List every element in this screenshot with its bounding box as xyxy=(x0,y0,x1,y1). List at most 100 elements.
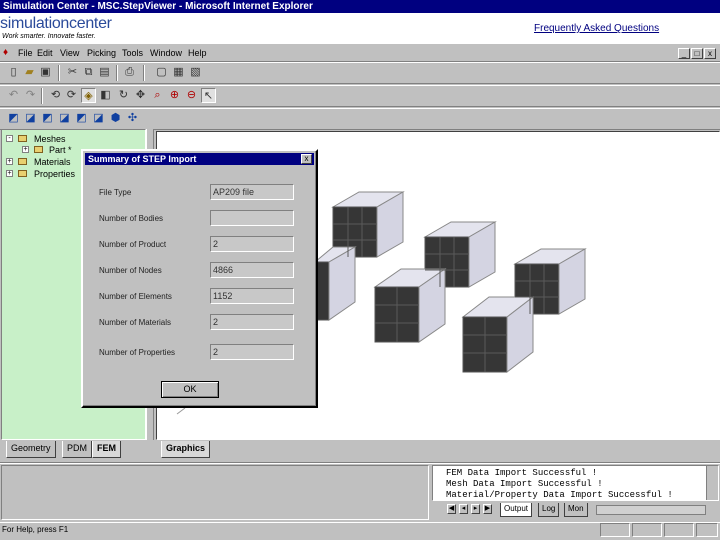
view-top-icon[interactable]: ◩ xyxy=(74,111,89,126)
file-type-value: AP209 file xyxy=(210,184,294,200)
bodies-label: Number of Bodies xyxy=(99,214,164,223)
log-scrollbar[interactable] xyxy=(706,466,718,500)
tab-graphics[interactable]: Graphics xyxy=(161,441,211,458)
tree-expander-meshes[interactable]: - xyxy=(6,135,13,142)
properties-label: Number of Properties xyxy=(99,348,176,357)
tree-item-properties[interactable]: Properties xyxy=(34,169,75,179)
tree-expander-materials[interactable]: + xyxy=(6,158,13,165)
status-cell xyxy=(696,523,718,537)
last-tab-button[interactable]: ▶ xyxy=(483,504,492,514)
redo-icon[interactable]: ↷ xyxy=(23,88,38,103)
output-h-scrollbar[interactable] xyxy=(596,505,706,515)
view-right-icon[interactable]: ◪ xyxy=(57,111,72,126)
status-text: For Help, press F1 xyxy=(2,525,69,534)
folder-icon xyxy=(18,158,27,165)
tab-log[interactable]: Log xyxy=(538,503,560,517)
menu-edit[interactable]: Edit xyxy=(37,48,53,58)
log-line: Mesh Data Import Successful ! xyxy=(446,479,603,489)
toolbar-separator xyxy=(143,65,145,81)
folder-icon xyxy=(18,135,27,142)
zoom-in-icon[interactable]: ⊕ xyxy=(167,88,182,103)
tab-monitor[interactable]: Mon xyxy=(564,503,588,517)
window-icon[interactable]: ▢ xyxy=(154,65,169,80)
new-icon[interactable]: ▯ xyxy=(6,65,21,80)
close-button[interactable]: x xyxy=(704,48,716,59)
shade-icon[interactable]: ◈ xyxy=(81,88,96,103)
materials-label: Number of Materials xyxy=(99,318,172,327)
status-cell xyxy=(600,523,630,537)
elements-label: Number of Elements xyxy=(99,292,172,301)
window-title-bar: Simulation Center - MSC.StepViewer - Mic… xyxy=(0,0,720,13)
dialog-close-button[interactable]: x xyxy=(301,154,312,164)
menu-window[interactable]: Window xyxy=(150,48,182,58)
ok-button[interactable]: OK xyxy=(161,381,219,398)
zoom-out-icon[interactable]: ⊖ xyxy=(184,88,199,103)
toolbar-separator xyxy=(58,65,60,81)
tree-item-materials[interactable]: Materials xyxy=(34,157,71,167)
minimize-button[interactable]: _ xyxy=(678,48,690,59)
copy-icon[interactable]: ⧉ xyxy=(81,65,96,80)
file-type-label: File Type xyxy=(99,188,132,197)
select-icon[interactable]: ↖ xyxy=(201,88,216,103)
menu-tools[interactable]: Tools xyxy=(122,48,143,58)
window2-icon[interactable]: ▦ xyxy=(171,65,186,80)
faq-link[interactable]: Frequently Asked Questions xyxy=(534,23,659,34)
output-splitter[interactable] xyxy=(0,462,720,464)
spin-icon[interactable]: ⟳ xyxy=(64,88,79,103)
view-back-icon[interactable]: ◪ xyxy=(23,111,38,126)
status-cell xyxy=(664,523,694,537)
product-value: 2 xyxy=(210,236,294,252)
pan-icon[interactable]: ✥ xyxy=(133,88,148,103)
axis-triad xyxy=(176,407,186,415)
window3-icon[interactable]: ▧ xyxy=(188,65,203,80)
log-line: Material/Property Data Import Successful… xyxy=(446,490,673,500)
tree-item-part[interactable]: Part * xyxy=(49,145,72,155)
tab-fem[interactable]: FEM xyxy=(92,441,121,458)
view-iso-icon[interactable]: ⬢ xyxy=(108,111,123,126)
zoom-icon[interactable]: ⌕ xyxy=(150,88,165,103)
prev-tab-button[interactable]: ◂ xyxy=(459,504,468,514)
undo-icon[interactable]: ↶ xyxy=(6,88,21,103)
menu-help[interactable]: Help xyxy=(188,48,207,58)
view-bottom-icon[interactable]: ◪ xyxy=(91,111,106,126)
toolbar-separator xyxy=(116,65,118,81)
menu-file[interactable]: File xyxy=(18,48,33,58)
first-tab-button[interactable]: ◀ xyxy=(447,504,456,514)
nodes-value: 4866 xyxy=(210,262,294,278)
print-icon[interactable]: ⎙ xyxy=(122,65,137,80)
tab-geometry[interactable]: Geometry xyxy=(6,441,56,458)
folder-icon xyxy=(34,146,43,153)
properties-value: 2 xyxy=(210,344,294,360)
app-icon[interactable]: ♦ xyxy=(3,47,11,59)
mesh-block xyxy=(313,246,357,321)
menu-view[interactable]: View xyxy=(60,48,79,58)
rotate-icon[interactable]: ⟲ xyxy=(48,88,63,103)
tab-output[interactable]: Output xyxy=(500,503,533,517)
menu-picking[interactable]: Picking xyxy=(87,48,116,58)
cut-icon[interactable]: ✂ xyxy=(65,65,80,80)
maximize-button[interactable]: □ xyxy=(691,48,703,59)
tab-pdm[interactable]: PDM xyxy=(62,441,92,458)
output-left-pane xyxy=(1,465,429,520)
toolbar-separator xyxy=(41,88,43,104)
dialog-title: Summary of STEP Import xyxy=(85,153,314,165)
rotate-view-icon[interactable]: ↻ xyxy=(116,88,131,103)
product-label: Number of Product xyxy=(99,240,167,249)
next-tab-button[interactable]: ▸ xyxy=(471,504,480,514)
open-icon[interactable]: ▰ xyxy=(22,65,37,80)
import-summary-dialog: Summary of STEP Import x File Type AP209… xyxy=(81,149,318,408)
logo: simulationcenter xyxy=(0,15,112,32)
paste-icon[interactable]: ▤ xyxy=(97,65,112,80)
tree-expander-part[interactable]: + xyxy=(22,146,29,153)
view-axis-icon[interactable]: ✣ xyxy=(125,111,140,126)
tree-item-meshes[interactable]: Meshes xyxy=(34,134,66,144)
tree-expander-properties[interactable]: + xyxy=(6,170,13,177)
save-icon[interactable]: ▣ xyxy=(38,65,53,80)
elements-value: 1152 xyxy=(210,288,294,304)
materials-value: 2 xyxy=(210,314,294,330)
log-line: FEM Data Import Successful ! xyxy=(446,468,598,478)
view-left-icon[interactable]: ◩ xyxy=(40,111,55,126)
view-front-icon[interactable]: ◩ xyxy=(6,111,21,126)
logo-tagline: Work smarter. Innovate faster. xyxy=(2,33,96,40)
fit-icon[interactable]: ◧ xyxy=(98,88,113,103)
